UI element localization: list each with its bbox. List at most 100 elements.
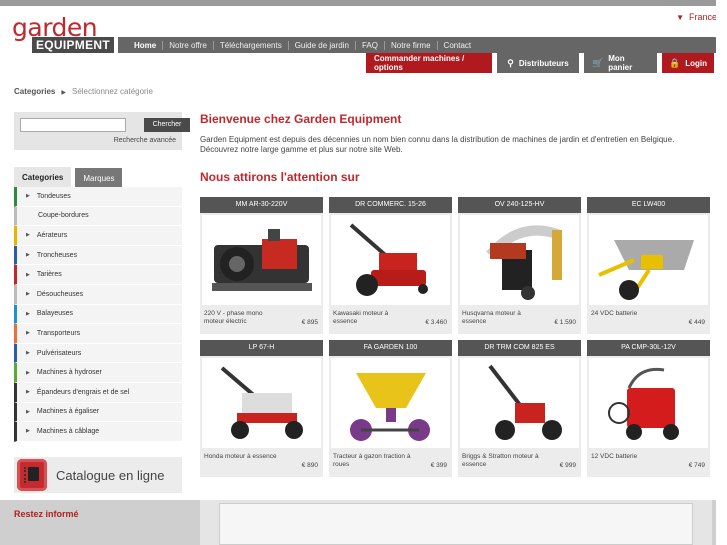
product-price: € 449 <box>688 319 705 326</box>
pump-icon <box>212 229 312 291</box>
breadcrumb-root[interactable]: Categories <box>14 87 55 96</box>
product-image[interactable] <box>460 215 579 305</box>
scrollbar[interactable] <box>716 0 727 545</box>
search-button[interactable]: Chercher <box>144 118 190 132</box>
advanced-search-link[interactable]: Recherche avancée <box>114 137 176 144</box>
language-selector[interactable]: ▼ France <box>676 12 717 22</box>
product-price: € 895 <box>301 319 318 326</box>
category-item[interactable]: ▶ Tondeuses <box>14 187 182 207</box>
product-name[interactable]: OV 240-125-HV <box>458 197 581 213</box>
login-button[interactable]: 🔒 Login <box>662 53 714 73</box>
nav-home[interactable]: Home <box>128 40 164 50</box>
product-card[interactable]: PA CMP-30L-12V 12 VDC batterie € 749 <box>587 340 710 477</box>
product-name[interactable]: EC LW400 <box>587 197 710 213</box>
tab-categories[interactable]: Categories <box>14 167 72 188</box>
string-trimmer-icon <box>488 364 562 440</box>
welcome-heading: Bienvenue chez Garden Equipment <box>200 112 402 126</box>
dropdown-arrow-icon: ▼ <box>676 13 684 22</box>
product-card[interactable]: FA GARDEN 100 Tracteur à gazon traction à… <box>329 340 452 477</box>
nav-offer[interactable]: Notre offre <box>163 40 214 50</box>
lock-icon: 🔒 <box>669 57 681 68</box>
category-item[interactable]: ▶ Tarières <box>14 265 182 285</box>
breadcrumb-current: Sélectionnez catégorie <box>71 87 153 96</box>
search-input[interactable] <box>20 118 126 132</box>
logo[interactable]: garden EQUIPMENT <box>12 14 114 56</box>
category-item[interactable]: ▶ Machines à câblage <box>14 422 182 442</box>
category-item[interactable]: ▶ Pulvérisateurs <box>14 343 182 364</box>
chevron-right-icon: ▶ <box>26 369 30 376</box>
bottom-panel <box>200 500 712 545</box>
product-card[interactable]: EC LW400 24 VDC batterie € 449 <box>587 197 710 334</box>
product-price: € 1.590 <box>554 319 576 326</box>
main-content: Bienvenue chez Garden Equipment Garden E… <box>200 112 712 155</box>
category-item[interactable]: ▶ Troncheuses <box>14 245 182 266</box>
category-item[interactable]: ▶ Balayeuses <box>14 304 182 325</box>
category-item[interactable]: ▶ Désoucheuses <box>14 284 182 305</box>
category-item[interactable]: ▶ Machines à hydroser <box>14 363 182 383</box>
online-catalogue-banner[interactable]: Catalogue en ligne <box>14 457 182 493</box>
product-price: € 749 <box>688 462 705 469</box>
product-card[interactable]: DR COMMERC. 15-26 Kawasaki moteur à essen… <box>329 197 452 334</box>
category-item[interactable]: ▶ Aérateurs <box>14 226 182 246</box>
category-item[interactable]: ▶ Transporteurs <box>14 324 182 344</box>
product-name[interactable]: LP 67-H <box>200 340 323 356</box>
product-price: € 399 <box>430 462 447 469</box>
chevron-right-icon: ▶ <box>26 408 30 415</box>
brush-mower-icon <box>349 223 428 296</box>
product-card[interactable]: DR TRM COM 825 ES Briggs & Stratton moteu… <box>458 340 581 477</box>
login-label: Login <box>685 58 707 68</box>
nav-garden-guide[interactable]: Guide de jardin <box>289 40 356 50</box>
order-machines-button[interactable]: Commander machines / options <box>366 53 492 73</box>
chevron-right-icon: ▶ <box>26 350 30 357</box>
product-image[interactable] <box>589 358 708 448</box>
product-card[interactable]: MM AR-30-220V 220 V - phase mono moteur é… <box>200 197 323 334</box>
product-description: Kawasaki moteur à essence <box>333 310 389 325</box>
product-name[interactable]: FA GARDEN 100 <box>329 340 452 356</box>
product-name[interactable]: PA CMP-30L-12V <box>587 340 710 356</box>
tab-brands[interactable]: Marques <box>75 168 123 188</box>
product-card[interactable]: OV 240-125-HV Husqvarna moteur à essence €… <box>458 197 581 334</box>
distributors-button[interactable]: ⚲ Distributeurs <box>497 53 579 73</box>
dethatcher-icon <box>220 366 303 439</box>
spreader-icon <box>350 373 430 441</box>
product-image[interactable] <box>589 215 708 305</box>
language-label: France <box>688 12 717 22</box>
wheelbarrow-icon <box>598 240 694 300</box>
product-name[interactable]: DR TRM COM 825 ES <box>458 340 581 356</box>
search-icon: ⚲ <box>507 57 514 68</box>
category-label: Machines à hydroser <box>36 369 102 377</box>
cart-button[interactable]: 🛒 Mon panier <box>584 53 657 73</box>
product-name[interactable]: MM AR-30-220V <box>200 197 323 213</box>
search-panel: Chercher Recherche avancée <box>14 112 190 150</box>
category-label: Troncheuses <box>36 251 78 259</box>
nav-company[interactable]: Notre firme <box>385 40 438 50</box>
product-image[interactable] <box>331 358 450 448</box>
product-price: € 890 <box>301 462 318 469</box>
nav-downloads[interactable]: Téléchargements <box>214 40 289 50</box>
nav-faq[interactable]: FAQ <box>356 40 385 50</box>
chevron-right-icon: ▶ <box>26 389 30 396</box>
product-description: 220 V - phase mono moteur électric <box>204 310 263 325</box>
category-label: Transporteurs <box>36 329 81 337</box>
sprayer-icon <box>608 367 679 440</box>
category-item[interactable]: ▶ Machines à égaliser <box>14 402 182 423</box>
category-item[interactable]: ▶ Épandeurs d'engrais et de sel <box>14 382 182 403</box>
category-item[interactable]: Coupe-bordures <box>14 206 182 227</box>
catalogue-label: Catalogue en ligne <box>56 468 165 483</box>
cart-icon: 🛒 <box>592 57 604 68</box>
catalogue-book-icon <box>17 459 47 491</box>
product-name[interactable]: DR COMMERC. 15-26 <box>329 197 452 213</box>
breadcrumb: Categories ▶ Sélectionnez catégorie <box>14 87 153 96</box>
main-nav: Home Notre offre Téléchargements Guide d… <box>118 37 722 53</box>
featured-heading: Nous attirons l'attention sur <box>200 170 360 184</box>
product-image[interactable] <box>202 358 321 448</box>
product-image[interactable] <box>202 215 321 305</box>
category-label: Aérateurs <box>36 231 68 239</box>
product-card[interactable]: LP 67-H Honda moteur à essence € 890 <box>200 340 323 477</box>
chevron-right-icon: ▶ <box>26 252 30 259</box>
category-label: Pulvérisateurs <box>36 349 82 357</box>
product-image[interactable] <box>460 358 579 448</box>
nav-contact[interactable]: Contact <box>438 41 478 50</box>
product-image[interactable] <box>331 215 450 305</box>
chevron-right-icon: ▶ <box>26 428 30 435</box>
